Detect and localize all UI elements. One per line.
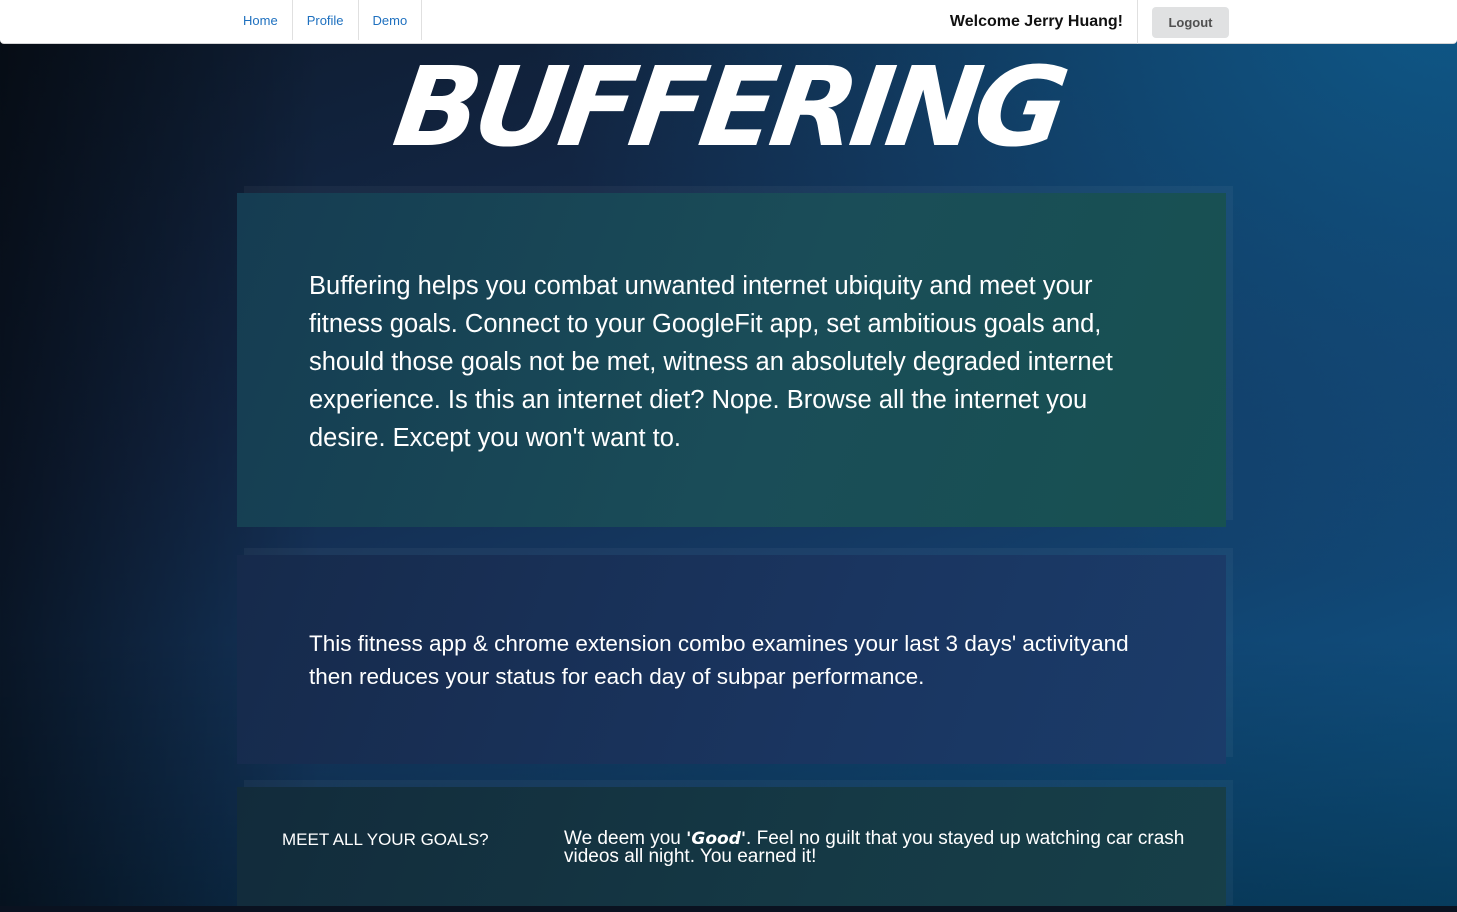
goals-card: MEET ALL YOUR GOALS? We deem you 'Good'.… xyxy=(237,787,1226,912)
welcome-message: Welcome Jerry Huang! xyxy=(950,0,1138,44)
goals-status-text: We deem you 'Good'. Feel no guilt that y… xyxy=(564,829,1204,866)
bottom-edge xyxy=(0,906,1457,912)
goals-label: MEET ALL YOUR GOALS? xyxy=(282,830,489,849)
nav-user-area: Welcome Jerry Huang! Logout xyxy=(950,0,1229,44)
nav-menu: Home Profile Demo xyxy=(229,0,423,40)
intro-text: Buffering helps you combat unwanted inte… xyxy=(309,272,1113,452)
how-it-works-text: This fitness app & chrome extension comb… xyxy=(309,631,1129,689)
nav-item-profile[interactable]: Profile xyxy=(293,0,359,40)
nav-item-demo[interactable]: Demo xyxy=(359,0,423,40)
how-it-works-card: This fitness app & chrome extension comb… xyxy=(237,555,1226,764)
hero-title: BUFFERING xyxy=(386,44,1071,172)
top-navbar: Home Profile Demo Welcome Jerry Huang! L… xyxy=(0,0,1457,44)
intro-card: Buffering helps you combat unwanted inte… xyxy=(237,193,1226,527)
logout-button[interactable]: Logout xyxy=(1152,6,1229,38)
nav-item-home[interactable]: Home xyxy=(229,0,293,40)
